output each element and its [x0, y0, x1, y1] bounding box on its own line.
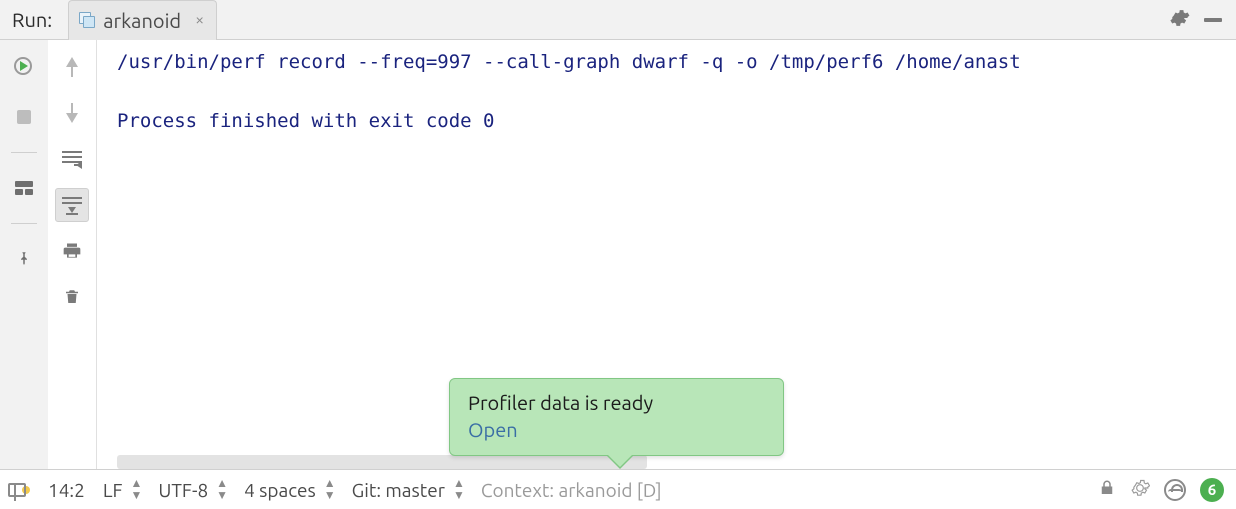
chevron-updown-icon: ▲▼: [453, 478, 463, 502]
rerun-button[interactable]: [7, 50, 41, 84]
gear-icon[interactable]: [1168, 7, 1190, 33]
layout-icon: [15, 181, 33, 195]
close-tab-icon[interactable]: ×: [195, 11, 204, 29]
run-tool-window: /usr/bin/perf record --freq=997 --call-g…: [0, 40, 1236, 469]
softwrap-button[interactable]: [55, 142, 89, 176]
scroll-to-end-button[interactable]: [55, 188, 89, 222]
softwrap-icon: [62, 151, 82, 167]
run-label: Run:: [0, 8, 62, 31]
encoding-selector[interactable]: UTF-8 ▲▼: [158, 478, 226, 502]
readonly-toggle[interactable]: [1098, 479, 1116, 501]
notification-open-link[interactable]: Open: [468, 418, 765, 441]
print-button[interactable]: [55, 234, 89, 268]
up-arrow-icon: [66, 57, 78, 77]
stop-icon: [17, 110, 31, 124]
caret-position[interactable]: 14:2: [48, 479, 85, 501]
chevron-updown-icon: ▲▼: [131, 478, 141, 502]
task-context[interactable]: Context: arkanoid [D]: [481, 479, 662, 501]
run-header: Run: arkanoid ×: [0, 0, 1236, 40]
chevron-updown-icon: ▲▼: [324, 478, 334, 502]
clear-all-button[interactable]: [55, 280, 89, 314]
previous-button[interactable]: [55, 50, 89, 84]
trash-icon: [63, 287, 81, 307]
code-with-me-icon[interactable]: [1164, 479, 1186, 501]
ide-update-icon[interactable]: [1130, 478, 1150, 502]
print-icon: [62, 241, 82, 261]
layout-button[interactable]: [7, 171, 41, 205]
run-tab-arkanoid[interactable]: arkanoid ×: [68, 0, 217, 40]
notifications-badge[interactable]: 6: [1200, 478, 1224, 502]
next-button[interactable]: [55, 96, 89, 130]
indent-selector[interactable]: 4 spaces ▲▼: [244, 478, 334, 502]
horizontal-scrollbar[interactable]: [117, 455, 647, 469]
run-config-icon: [79, 12, 95, 28]
scroll-to-end-icon: [62, 197, 82, 213]
status-bar: 14:2 LF ▲▼ UTF-8 ▲▼ 4 spaces ▲▼ Git: mas…: [0, 469, 1236, 509]
pin-button[interactable]: [7, 242, 41, 276]
stop-button[interactable]: [7, 100, 41, 134]
down-arrow-icon: [66, 103, 78, 123]
rail-divider: [11, 152, 37, 153]
line-ending-selector[interactable]: LF ▲▼: [103, 478, 141, 502]
run-rail-console: [48, 40, 96, 469]
ide-update-gear-icon: [1130, 478, 1150, 498]
rerun-icon: [14, 57, 34, 77]
minimize-icon[interactable]: [1204, 18, 1222, 22]
rail-divider: [11, 223, 37, 224]
tab-title: arkanoid: [103, 9, 181, 32]
console-text: /usr/bin/perf record --freq=997 --call-g…: [97, 40, 1236, 136]
tool-window-icon[interactable]: [8, 483, 26, 497]
pin-icon: [15, 250, 33, 268]
chevron-updown-icon: ▲▼: [216, 478, 226, 502]
notification-title: Profiler data is ready: [468, 391, 765, 414]
git-branch-selector[interactable]: Git: master ▲▼: [352, 478, 463, 502]
run-rail-left: [0, 40, 48, 469]
profiler-notification: Profiler data is ready Open: [449, 378, 784, 456]
lock-icon: [1098, 479, 1116, 497]
